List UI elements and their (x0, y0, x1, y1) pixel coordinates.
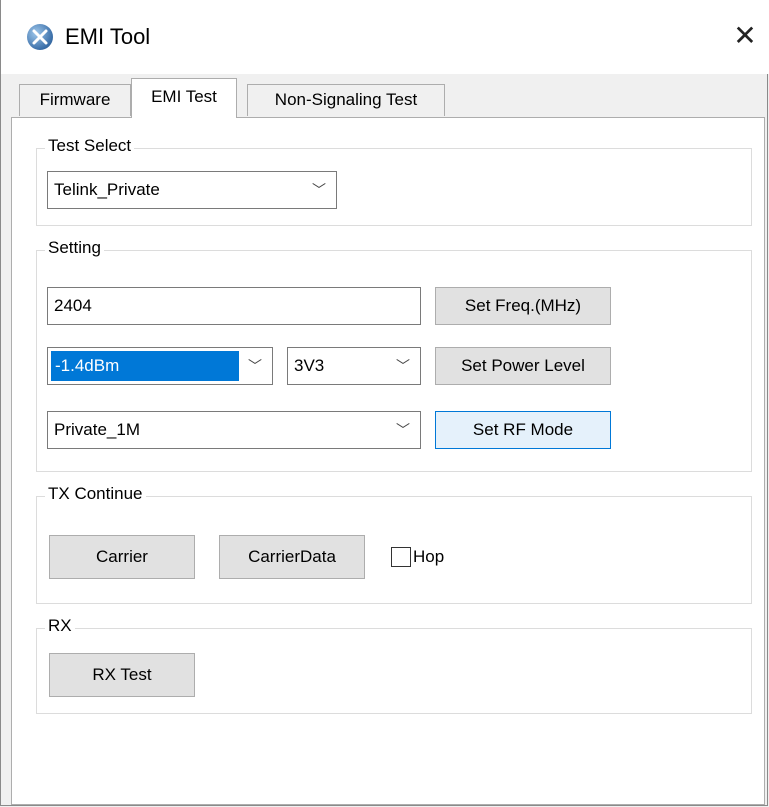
rx-group: RX RX Test (36, 616, 752, 714)
hop-label: Hop (413, 547, 445, 566)
tab-firmware[interactable]: Firmware (19, 84, 131, 116)
setting-title: Setting (45, 238, 104, 258)
power-level-dropdown[interactable]: -1.4dBm ﹀ (47, 347, 273, 385)
rx-test-button[interactable]: RX Test (49, 653, 195, 697)
window-title: EMI Tool (65, 24, 151, 49)
test-select-dropdown[interactable]: Telink_Private ﹀ (47, 171, 337, 209)
tx-continue-title: TX Continue (45, 484, 146, 504)
chevron-down-icon: ﹀ (396, 422, 410, 438)
test-select-group: Test Select Telink_Private ﹀ (36, 136, 752, 226)
chevron-down-icon: ﹀ (248, 358, 262, 374)
chevron-down-icon: ﹀ (396, 358, 410, 374)
voltage-value: 3V3 (294, 356, 325, 375)
set-freq-button[interactable]: Set Freq.(MHz) (435, 287, 611, 325)
power-level-value: -1.4dBm (51, 351, 239, 381)
test-select-title: Test Select (45, 136, 135, 156)
emi-test-panel: Test Select Telink_Private ﹀ Setting 240… (11, 117, 765, 805)
tab-strip: Firmware EMI Test Non-Signaling Test (11, 76, 769, 118)
hop-checkbox[interactable] (391, 547, 411, 567)
rf-mode-value: Private_1M (54, 420, 140, 439)
tab-emi-test[interactable]: EMI Test (131, 78, 237, 118)
chevron-down-icon: ﹀ (312, 182, 326, 198)
tx-continue-group: TX Continue Carrier CarrierData Hop (36, 484, 752, 604)
set-rf-mode-button[interactable]: Set RF Mode (435, 411, 611, 449)
setting-group: Setting 2404 Set Freq.(MHz) -1.4dBm ﹀ 3V… (36, 238, 752, 472)
emi-tool-window: EMI Tool ✕ Firmware EMI Test Non-Signali… (0, 0, 769, 806)
set-power-level-button[interactable]: Set Power Level (435, 347, 611, 385)
close-icon[interactable]: ✕ (725, 18, 765, 54)
tab-non-signaling-test[interactable]: Non-Signaling Test (247, 84, 445, 116)
test-select-value: Telink_Private (54, 180, 160, 199)
app-globe-icon (27, 24, 53, 50)
freq-input[interactable]: 2404 (47, 287, 421, 325)
carrier-button[interactable]: Carrier (49, 535, 195, 579)
rx-title: RX (45, 616, 75, 636)
rf-mode-dropdown[interactable]: Private_1M ﹀ (47, 411, 421, 449)
voltage-dropdown[interactable]: 3V3 ﹀ (287, 347, 421, 385)
carrier-data-button[interactable]: CarrierData (219, 535, 365, 579)
title-bar: EMI Tool ✕ (1, 0, 769, 74)
